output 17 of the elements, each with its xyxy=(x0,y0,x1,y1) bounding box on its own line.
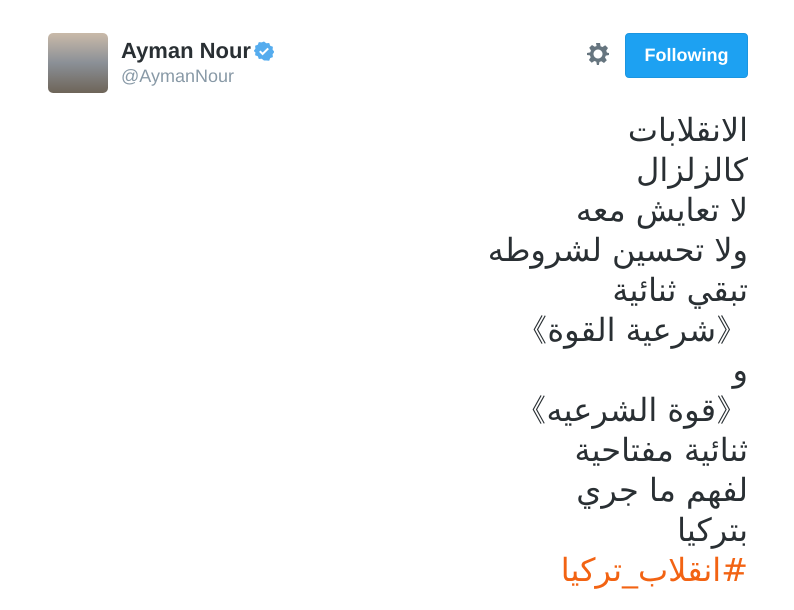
following-button[interactable]: Following xyxy=(625,33,748,78)
author-name[interactable]: Ayman Nour xyxy=(121,38,251,64)
avatar-photo-placeholder[interactable] xyxy=(48,33,108,93)
tweet-text-line: كالزلزال xyxy=(636,150,748,190)
tweet-text-line: 《شرعية القوة》 xyxy=(515,310,748,350)
tweet-text-line: الانقلابات xyxy=(628,110,748,150)
author-handle[interactable]: @AymanNour xyxy=(121,66,586,87)
tweet-text-line: ثنائية مفتاحية xyxy=(574,430,748,470)
tweet-text-line: لا تعايش معه xyxy=(576,190,748,230)
tweet-text-line: لفهم ما جري xyxy=(576,470,748,510)
tweet-text-line: 《قوة الشرعيه》 xyxy=(514,390,748,430)
tweet-text-line: ولا تحسين لشروطه xyxy=(488,230,748,270)
tweet-text-line: و xyxy=(732,350,748,390)
tweet-text-line: تبقي ثنائية xyxy=(612,270,748,310)
hashtag-link[interactable]: #انقلاب_تركيا xyxy=(560,550,748,590)
tweet-text-line: بتركيا xyxy=(677,510,748,550)
settings-icon[interactable] xyxy=(586,42,610,66)
